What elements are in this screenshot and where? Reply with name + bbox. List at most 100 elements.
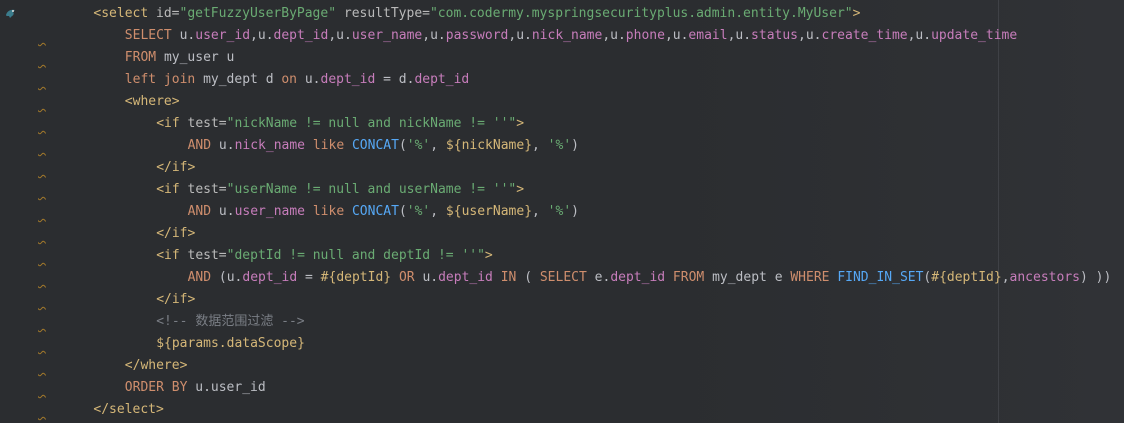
code-token-attr: test=: [187, 116, 227, 131]
code-token-kw: FROM: [665, 270, 713, 285]
code-token-tag: >: [516, 182, 525, 197]
code-token-tag: >: [516, 116, 525, 131]
code-token-kw: on: [281, 72, 305, 87]
code-token-plain: ,u.: [907, 28, 932, 43]
code-token-plain: ,: [430, 204, 446, 219]
code-line[interactable]: left join my_dept d on u.dept_id = d.dep…: [38, 69, 1111, 91]
code-token-plain: ,: [1001, 270, 1010, 285]
code-line[interactable]: </select>: [38, 399, 1111, 421]
code-editor[interactable]: <select id="getFuzzyUserByPage" resultTy…: [0, 0, 1124, 423]
editor-gutter: [0, 0, 28, 423]
code-line[interactable]: </if>: [38, 223, 1111, 245]
code-token-plain: u.: [218, 204, 235, 219]
code-line[interactable]: AND u.nick_name like CONCAT('%', ${nickN…: [38, 135, 1111, 157]
code-token-kw: AND: [187, 138, 219, 153]
code-line[interactable]: </if>: [38, 289, 1111, 311]
code-token-tag: >: [852, 6, 861, 21]
code-line[interactable]: SELECT u.user_id,u.dept_id,u.user_name,u…: [38, 25, 1111, 47]
code-token-plain: u.: [218, 138, 235, 153]
code-token-attr: resultType=: [336, 6, 430, 21]
code-token-tag: <if: [156, 182, 188, 197]
code-token-expr: #{deptId}: [320, 270, 392, 285]
code-token-ident: nick_name: [234, 138, 306, 153]
code-token-plain: ,u.: [798, 28, 822, 43]
code-token-kw: left join: [124, 72, 204, 87]
code-token-ident: email: [688, 28, 728, 43]
code-token-fn: CONCAT: [351, 204, 399, 219]
code-line[interactable]: <if test="userName != null and userName …: [38, 179, 1111, 201]
code-token-plain: ,: [532, 204, 548, 219]
code-line[interactable]: <select id="getFuzzyUserByPage" resultTy…: [38, 3, 1111, 25]
code-token-tag: <where>: [124, 94, 180, 109]
code-token-ident: password: [445, 28, 509, 43]
code-token-tag: </if>: [156, 160, 196, 175]
code-line[interactable]: </if>: [38, 157, 1111, 179]
code-token-ident: dept_id: [610, 270, 666, 285]
code-token-expr: ${nickName}: [445, 138, 533, 153]
code-token-str: "userName != null and userName != ''": [226, 182, 517, 197]
code-token-tag: </where>: [124, 358, 188, 373]
code-line[interactable]: ${params.dataScope}: [38, 333, 1111, 355]
code-token-comment: <!-- 数据范围过滤 -->: [156, 314, 305, 329]
code-line[interactable]: </where>: [38, 355, 1111, 377]
code-token-plain: ,u.: [250, 28, 274, 43]
code-token-tag: <if: [156, 116, 188, 131]
code-lines: <select id="getFuzzyUserByPage" resultTy…: [38, 3, 1111, 421]
code-token-ident: dept_id: [438, 270, 493, 285]
code-token-plain: e.: [594, 270, 611, 285]
code-token-plain: (: [398, 138, 407, 153]
code-token-tag: </if>: [156, 292, 196, 307]
code-token-plain: u.user_id: [195, 380, 266, 395]
code-token-fn: FIND_IN_SET: [837, 270, 924, 285]
code-line[interactable]: AND u.user_name like CONCAT('%', ${userN…: [38, 201, 1111, 223]
code-token-kw: FROM: [124, 50, 164, 65]
code-line[interactable]: <where>: [38, 91, 1111, 113]
code-token-plain: my_user u: [163, 50, 235, 65]
code-line[interactable]: <!-- 数据范围过滤 -->: [38, 311, 1111, 333]
code-token-plain: =: [297, 270, 321, 285]
code-token-plain: u.: [422, 270, 439, 285]
code-token-str: '%': [406, 204, 431, 219]
code-token-str: '%': [547, 204, 572, 219]
code-token-kw: like: [305, 138, 352, 153]
code-token-plain: ,: [532, 138, 548, 153]
code-token-plain: (u.: [218, 270, 243, 285]
code-token-plain: ,u.: [727, 28, 752, 43]
code-token-str: "getFuzzyUserByPage": [179, 6, 337, 21]
code-token-ident: user_name: [234, 204, 306, 219]
code-token-attr: test=: [187, 248, 227, 263]
code-token-ident: ancestors: [1009, 270, 1080, 285]
code-token-plain: ): [571, 204, 579, 219]
code-line[interactable]: FROM my_user u: [38, 47, 1111, 69]
code-token-str: "com.codermy.myspringsecurityplus.admin.…: [429, 6, 853, 21]
code-line[interactable]: <if test="nickName != null and nickName …: [38, 113, 1111, 135]
code-line[interactable]: AND (u.dept_id = #{deptId} OR u.dept_id …: [38, 267, 1112, 289]
code-token-ident: user_id: [195, 28, 251, 43]
code-line[interactable]: <if test="deptId != null and deptId != '…: [38, 245, 1111, 267]
code-token-plain: = d.: [375, 72, 415, 87]
code-token-kw: AND: [187, 204, 219, 219]
code-token-str: "nickName != null and nickName != ''": [226, 116, 517, 131]
code-token-tag: </select>: [93, 402, 164, 417]
code-token-plain: ,u.: [508, 28, 532, 43]
code-token-ident: dept_id: [414, 72, 470, 87]
code-token-plain: (: [398, 204, 407, 219]
code-token-plain: ,u.: [422, 28, 446, 43]
code-token-ident: status: [751, 28, 799, 43]
mybatis-bird-icon[interactable]: [4, 6, 18, 20]
code-token-tag: >: [484, 248, 493, 263]
code-token-attr: id=: [156, 6, 180, 21]
code-line[interactable]: ORDER BY u.user_id: [38, 377, 1111, 399]
